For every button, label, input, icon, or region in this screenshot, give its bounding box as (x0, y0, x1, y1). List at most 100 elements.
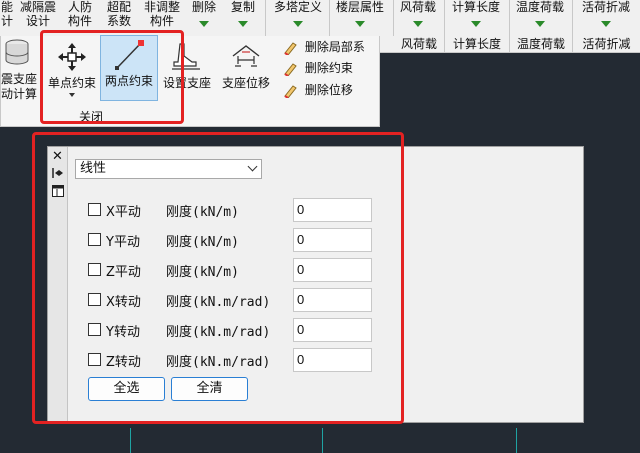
close-icon[interactable]: ✕ (51, 150, 64, 163)
ribbon-item-wind-load[interactable]: 风荷载 (396, 0, 440, 14)
ribbon-item-label: 活荷折减 (581, 0, 630, 14)
x-translation-checkbox[interactable] (88, 203, 101, 216)
y-translation-checkbox[interactable] (88, 233, 101, 246)
collapse-icon[interactable] (51, 167, 64, 180)
y-rotation-stiffness-input[interactable]: 0 (293, 318, 372, 342)
ribbon-item-delete[interactable]: 删除 (189, 0, 219, 14)
ribbon-item-label: 复制 (230, 0, 255, 14)
delete-constraint-button[interactable]: 删除约束 (283, 58, 353, 78)
two-point-constraint-label: 两点约束 (104, 74, 153, 88)
delete-displacement-button[interactable]: 删除位移 (283, 80, 353, 100)
chevron-down-icon[interactable] (535, 21, 545, 27)
ribbon-separator (393, 0, 394, 36)
eraser-icon (284, 41, 297, 55)
panel-layout-icon[interactable] (51, 185, 64, 198)
group-label-live-load: 活荷折减 (573, 36, 640, 52)
ribbon-item-label: 风荷载 (399, 0, 436, 14)
support-displacement-label: 支座位移 (221, 76, 270, 90)
ribbon-separator (509, 0, 510, 36)
seismic-support-label-2: 动计算 (1, 87, 38, 101)
group-label-temperature: 温度荷载 (510, 36, 573, 52)
chevron-down-icon[interactable] (413, 21, 423, 27)
mode-select[interactable]: 线性 (75, 159, 262, 179)
delete-displacement-label: 删除位移 (304, 83, 353, 97)
ribbon-item-label: 减隔震 (19, 0, 56, 14)
cylinder-icon (5, 39, 29, 65)
ribbon-item-live-load-reduction[interactable]: 活荷折减 (576, 0, 636, 14)
ribbon-item-calc-length[interactable]: 计算长度 (448, 0, 504, 14)
z-translation-checkbox[interactable] (88, 263, 101, 276)
chevron-down-icon[interactable] (601, 21, 611, 27)
dof-row-y-rotation: Y转动 刚度(kN.m/rad) 0 (88, 318, 578, 342)
ribbon-item-label: 超配 (106, 0, 131, 14)
ribbon-item-over-reinforcement[interactable]: 超配 系数 (104, 0, 134, 28)
support-icon (172, 43, 200, 70)
dof-label: Z转动 (106, 355, 141, 370)
ribbon-item-label: 人防 (67, 0, 92, 14)
ribbon-item-label: 计算长度 (451, 0, 500, 14)
y-rotation-checkbox[interactable] (88, 323, 101, 336)
x-translation-stiffness-input[interactable]: 0 (293, 198, 372, 222)
y-translation-stiffness-input[interactable]: 0 (293, 228, 372, 252)
z-translation-stiffness-input[interactable]: 0 (293, 258, 372, 282)
ribbon-separator (329, 0, 330, 36)
ribbon-separator (444, 0, 445, 36)
dialog-side-bar: ✕ (48, 147, 68, 422)
dof-label: Z平动 (106, 265, 141, 280)
panel-group-label[interactable]: 关闭 (61, 108, 121, 125)
chevron-down-icon[interactable] (471, 21, 481, 27)
ribbon-item-seismic-isolation[interactable]: 减隔震 设计 (17, 0, 59, 28)
dof-label: X平动 (106, 205, 141, 220)
constraint-properties-dialog: ✕ 线性 X平动 刚度(kN/m) 0 Y平动 刚度(kN/m) 0 Z平动 刚… (47, 146, 584, 423)
chevron-down-icon[interactable] (355, 21, 365, 27)
ribbon-item-label: 删除 (191, 0, 216, 14)
ribbon-item-label: 楼层属性 (335, 0, 384, 14)
stiffness-label: 刚度(kN.m/rad) (166, 295, 271, 310)
ribbon-item-0[interactable]: 能 计 (0, 0, 14, 28)
ribbon-separator (265, 0, 266, 36)
single-point-constraint-button[interactable]: 单点约束 (46, 42, 98, 102)
ribbon-item-non-adjust-member[interactable]: 非调整 构件 (141, 0, 183, 28)
eraser-icon (284, 84, 297, 98)
support-ribbon-panel: 震支座 动计算 单点约束 两点约束 设置支座 支座位移 删除局部系 删除约束 删… (0, 35, 380, 127)
z-rotation-checkbox[interactable] (88, 353, 101, 366)
ribbon-item-label: 多塔定义 (273, 0, 322, 14)
x-rotation-checkbox[interactable] (88, 293, 101, 306)
line-constraint-icon (115, 40, 144, 70)
z-rotation-stiffness-input[interactable]: 0 (293, 348, 372, 372)
group-label-calc-length: 计算长度 (445, 36, 510, 52)
dof-label: Y转动 (106, 325, 140, 340)
support-displacement-button[interactable]: 支座位移 (218, 42, 274, 102)
set-support-button[interactable]: 设置支座 (159, 42, 215, 102)
chevron-down-icon[interactable] (199, 21, 209, 27)
ribbon-separator (572, 0, 573, 36)
seismic-support-calc-button[interactable]: 震支座 动计算 (1, 36, 41, 104)
ribbon-item-floor-props[interactable]: 楼层属性 (332, 0, 388, 14)
chevron-down-icon (247, 161, 258, 172)
stiffness-label: 刚度(kN/m) (166, 205, 239, 220)
single-point-constraint-label: 单点约束 (47, 76, 96, 90)
ribbon-top-row: 能 计 减隔震 设计 人防 构件 超配 系数 非调整 构件 删除 复制 多塔定义… (0, 0, 640, 37)
ribbon-item-temperature-load[interactable]: 温度荷载 (512, 0, 568, 14)
chevron-down-icon[interactable] (69, 93, 75, 97)
ribbon-item-label: 非调整 (143, 0, 180, 14)
two-point-constraint-button[interactable]: 两点约束 (100, 35, 158, 101)
stiffness-label: 刚度(kN/m) (166, 235, 239, 250)
stiffness-label: 刚度(kN.m/rad) (166, 325, 271, 340)
ribbon-item-label: 温度荷载 (515, 0, 564, 14)
canvas-grid-line (322, 428, 323, 453)
clear-all-button[interactable]: 全清 (171, 377, 248, 401)
select-all-button[interactable]: 全选 (88, 377, 165, 401)
ribbon-item-copy[interactable]: 复制 (228, 0, 258, 14)
dof-row-x-rotation: X转动 刚度(kN.m/rad) 0 (88, 288, 578, 312)
dof-label: Y平动 (106, 235, 140, 250)
chevron-down-icon[interactable] (293, 21, 303, 27)
ribbon-item-multi-tower[interactable]: 多塔定义 (270, 0, 326, 14)
stiffness-label: 刚度(kN.m/rad) (166, 355, 271, 370)
chevron-down-icon[interactable] (238, 21, 248, 27)
delete-local-system-button[interactable]: 删除局部系 (283, 37, 365, 57)
mode-select-value: 线性 (80, 161, 107, 176)
x-rotation-stiffness-input[interactable]: 0 (293, 288, 372, 312)
ribbon-item-label: 构件 (149, 14, 174, 28)
ribbon-item-civil-defense[interactable]: 人防 构件 (65, 0, 95, 28)
